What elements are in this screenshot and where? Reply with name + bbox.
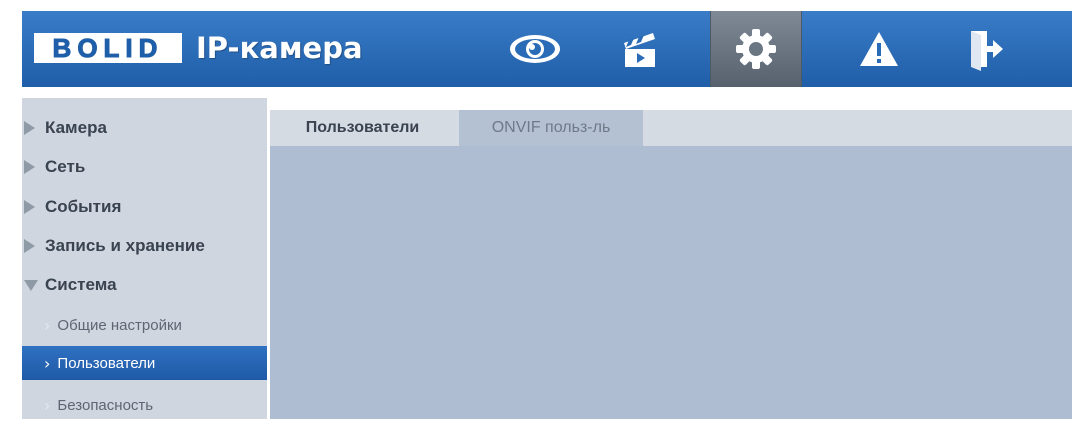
expand-arrow-icon bbox=[24, 200, 35, 214]
sidebar-subitem-label: Пользователи bbox=[57, 354, 156, 372]
warning-icon bbox=[860, 32, 898, 66]
chevron-right-icon: › bbox=[44, 395, 51, 415]
nav-alarm[interactable] bbox=[834, 11, 924, 87]
tab-onvif-users[interactable]: ONVIF польз-ль bbox=[459, 110, 643, 146]
eye-icon bbox=[510, 35, 560, 63]
chevron-right-icon: › bbox=[44, 315, 51, 335]
nav-live-view[interactable] bbox=[490, 11, 580, 87]
sidebar-item-events[interactable]: События bbox=[22, 191, 267, 223]
sidebar-subitem-label: Безопасность bbox=[57, 396, 154, 414]
sidebar-item-label: Система bbox=[45, 275, 117, 294]
sidebar-item-label: События bbox=[45, 197, 122, 216]
clapperboard-icon bbox=[624, 33, 655, 67]
logo-text: BOLID bbox=[52, 32, 164, 63]
product-title: IP-камера bbox=[196, 31, 363, 65]
sidebar-subitem-label: Общие настройки bbox=[57, 316, 182, 334]
nav-playback[interactable] bbox=[595, 11, 685, 87]
sidebar-item-storage[interactable]: Запись и хранение bbox=[22, 230, 267, 262]
gear-icon bbox=[736, 29, 776, 69]
sidebar-subitem-security[interactable]: › Безопасность bbox=[22, 388, 267, 422]
sidebar-item-label: Запись и хранение bbox=[45, 236, 205, 255]
expand-arrow-icon bbox=[24, 239, 35, 253]
bolid-logo: BOLID bbox=[34, 32, 182, 63]
sidebar-item-network[interactable]: Сеть bbox=[22, 151, 267, 183]
tab-users[interactable]: Пользователи bbox=[270, 110, 455, 146]
nav-settings[interactable] bbox=[710, 11, 802, 87]
expand-arrow-icon bbox=[24, 121, 35, 135]
sidebar-subitem-users[interactable]: › Пользователи bbox=[22, 346, 267, 380]
collapse-arrow-icon bbox=[24, 279, 38, 291]
tab-bar: Пользователи ONVIF польз-ль bbox=[270, 110, 1072, 146]
sidebar-item-camera[interactable]: Камера bbox=[22, 112, 267, 144]
content-area: Пользователи ONVIF польз-ль bbox=[270, 110, 1072, 419]
top-header: BOLID IP-камера bbox=[22, 11, 1072, 87]
sidebar-item-system[interactable]: Система bbox=[22, 269, 267, 301]
sidebar-item-label: Камера bbox=[45, 118, 107, 137]
expand-arrow-icon bbox=[24, 160, 35, 174]
sidebar-subitem-general[interactable]: › Общие настройки bbox=[22, 308, 267, 342]
sidebar: Камера Сеть События Запись и хранение Си… bbox=[22, 98, 267, 419]
logout-icon bbox=[971, 31, 1003, 71]
sidebar-item-label: Сеть bbox=[45, 157, 86, 176]
brand: BOLID IP-камера bbox=[34, 31, 363, 65]
chevron-right-icon: › bbox=[44, 353, 51, 373]
nav-logout[interactable] bbox=[940, 11, 1030, 87]
